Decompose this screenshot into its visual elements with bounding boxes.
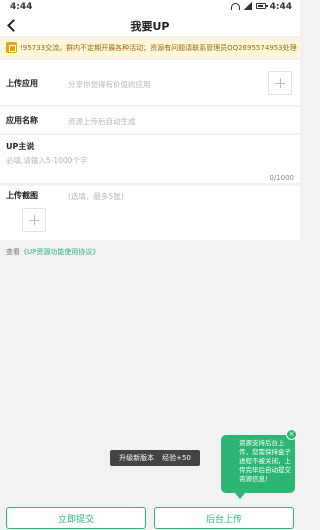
- top-header: 我要UP: [0, 14, 300, 36]
- submit-button[interactable]: 立即提交: [6, 507, 146, 529]
- battery-icon: [256, 3, 268, 9]
- app-name-field[interactable]: 资源上传后自动生成: [68, 116, 136, 127]
- app-name-label: 应用名称: [6, 116, 38, 125]
- toast-message: 升级新版本 经验+50: [110, 450, 200, 466]
- notice-text: !95733交流。群内不定期开展各种活动；资源有问题请联系管理员QQ269557…: [20, 44, 298, 52]
- agreement-link[interactable]: 《UP资源功能使用协议》: [20, 248, 99, 256]
- agreement-line: 查看《UP资源功能使用协议》: [6, 247, 99, 257]
- status-icons: [231, 2, 268, 10]
- add-screenshot-button[interactable]: [22, 208, 46, 232]
- notice-banner: !95733交流。群内不定期开展各种活动；资源有问题请联系管理员QQ269557…: [0, 38, 300, 58]
- signal-icon: [244, 2, 252, 10]
- upload-app-label: 上传应用: [6, 79, 38, 88]
- app-name-section: 应用名称 资源上传后自动生成: [0, 107, 300, 133]
- close-icon[interactable]: ×: [286, 429, 297, 440]
- upload-app-section: 上传应用 分享你觉得有价值的应用: [0, 60, 300, 105]
- bubble-tail: [235, 493, 245, 499]
- wifi-icon: [231, 2, 240, 10]
- screenshots-section: 上传截图 (选填，最多5张): [0, 186, 300, 240]
- up-desc-textarea[interactable]: 必填,请输入5-1000个字: [6, 155, 87, 166]
- status-time: 4:44: [10, 2, 33, 12]
- agreement-prefix: 查看: [6, 248, 20, 256]
- status-time-right: 4:44: [269, 2, 292, 12]
- toast-text: 升级新版本: [119, 454, 155, 462]
- background-upload-button[interactable]: 后台上传: [154, 507, 294, 529]
- status-bar: 4:44 4:44: [0, 0, 300, 14]
- page-title: 我要UP: [130, 20, 170, 33]
- announcement-icon: [6, 42, 17, 53]
- tip-text: 资源支持后台上传，您需保持盒子进程不被关闭，上传完毕后自动提交资源信息！: [221, 435, 295, 493]
- toast-exp: 经验+50: [162, 454, 191, 462]
- screenshots-label: 上传截图: [6, 191, 38, 200]
- add-app-button[interactable]: [268, 71, 292, 95]
- up-desc-label: UP主说: [6, 142, 35, 151]
- bottom-action-bar: 立即提交 后台上传: [0, 504, 300, 530]
- up-desc-section: UP主说 必填,请输入5-1000个字 0/1000: [0, 135, 300, 183]
- upload-app-placeholder[interactable]: 分享你觉得有价值的应用: [68, 79, 151, 90]
- char-counter: 0/1000: [269, 174, 294, 182]
- screenshots-hint: (选填，最多5张): [68, 192, 124, 201]
